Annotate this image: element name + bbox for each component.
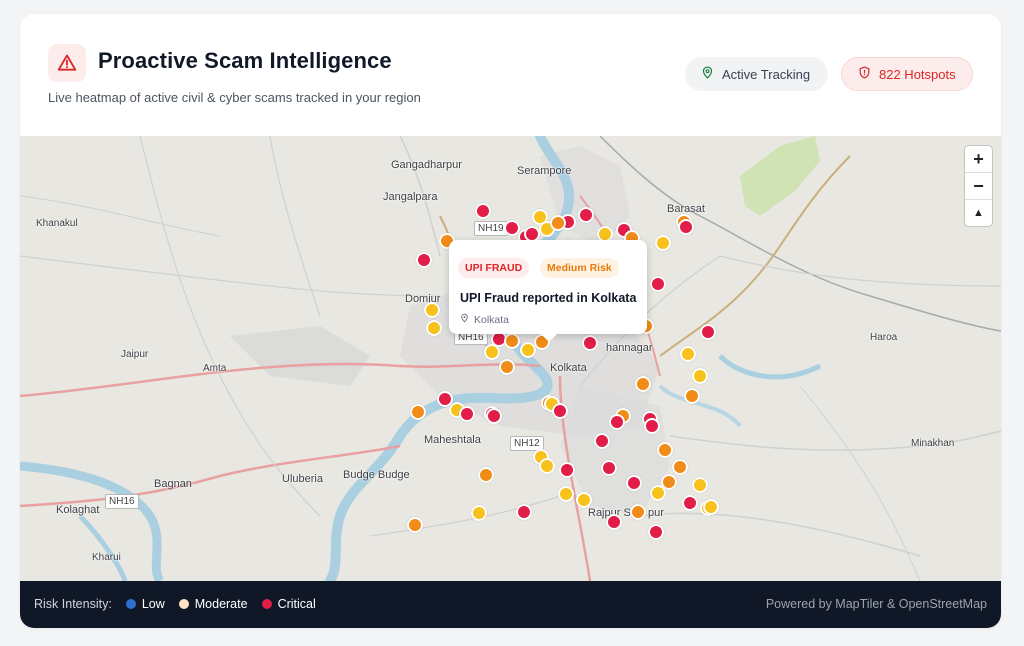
hotspot-marker[interactable] <box>486 408 502 424</box>
map-label-jaipur: Jaipur <box>121 349 149 360</box>
map-basemap <box>20 136 1001 581</box>
legend-low-dot <box>125 599 136 609</box>
legend-low-label: Low <box>141 597 165 611</box>
location-pin-icon <box>460 313 469 326</box>
hotspot-marker[interactable] <box>410 404 426 420</box>
hotspot-marker[interactable] <box>424 302 440 318</box>
hotspot-marker[interactable] <box>516 504 532 520</box>
zoom-out-button[interactable]: − <box>965 173 992 200</box>
popup-location: Kolkata <box>460 313 509 326</box>
legend-moderate-label: Moderate <box>194 597 248 611</box>
map-label-gangadharpur: Gangadharpur <box>391 159 462 171</box>
hotspot-marker[interactable] <box>684 388 700 404</box>
hotspot-marker[interactable] <box>648 524 664 540</box>
hotspot-marker[interactable] <box>478 467 494 483</box>
hotspot-marker[interactable] <box>703 499 719 515</box>
hotspot-marker[interactable] <box>558 486 574 502</box>
hotspot-marker[interactable] <box>680 346 696 362</box>
hotspot-marker[interactable] <box>499 359 515 375</box>
zoom-controls: + − ▲ <box>965 146 992 226</box>
risk-legend: Risk Intensity: Low Moderate Critical <box>34 597 316 611</box>
scam-heatmap[interactable]: Gangadharpur Serampore Jangalpara Khanak… <box>20 136 1001 581</box>
hotspot-marker[interactable] <box>550 215 566 231</box>
hotspot-marker[interactable] <box>700 324 716 340</box>
active-tracking-label: Active Tracking <box>722 66 811 82</box>
hotspot-marker[interactable] <box>678 219 694 235</box>
hotspot-marker[interactable] <box>552 403 568 419</box>
map-label-kharui: Kharui <box>92 552 121 563</box>
risk-level-badge: Medium Risk <box>540 258 619 278</box>
warning-triangle-icon <box>48 44 86 82</box>
road-shield-nh16-west: NH16 <box>105 494 139 509</box>
popup-location-label: Kolkata <box>474 313 510 326</box>
hotspot-marker[interactable] <box>407 517 423 533</box>
hotspot-marker[interactable] <box>635 376 651 392</box>
compass-reset-button[interactable]: ▲ <box>965 200 992 226</box>
map-label-jangalpara: Jangalpara <box>383 191 438 203</box>
legend-title: Risk Intensity: <box>34 597 112 611</box>
hotspot-popup[interactable]: UPI FRAUD Medium Risk UPI Fraud reported… <box>449 240 647 342</box>
hotspot-marker[interactable] <box>650 485 666 501</box>
hotspot-marker[interactable] <box>657 442 673 458</box>
hotspot-marker[interactable] <box>609 414 625 430</box>
hotspot-marker[interactable] <box>471 505 487 521</box>
map-attribution[interactable]: Powered by MapTiler & OpenStreetMap <box>766 597 987 611</box>
map-label-minakhan: Minakhan <box>911 438 955 449</box>
map-label-barasat: Barasat <box>667 203 705 215</box>
hotspot-marker[interactable] <box>539 458 555 474</box>
hotspot-marker[interactable] <box>606 514 622 530</box>
hotspot-marker[interactable] <box>630 504 646 520</box>
page-subtitle: Live heatmap of active civil & cyber sca… <box>48 90 421 105</box>
map-label-uluberia: Uluberia <box>282 473 323 485</box>
map-label-rajpur-tail: pur <box>648 507 664 519</box>
legend-critical-dot <box>261 599 272 609</box>
map-label-khanakul: Khanakul <box>36 218 78 229</box>
hotspot-marker[interactable] <box>582 335 598 351</box>
shield-alert-icon <box>858 66 871 82</box>
zoom-in-button[interactable]: + <box>965 146 992 173</box>
map-footer: Risk Intensity: Low Moderate Critical Po… <box>20 581 1001 628</box>
hotspot-marker[interactable] <box>504 333 520 349</box>
page-title: Proactive Scam Intelligence <box>98 48 392 73</box>
active-tracking-pill[interactable]: Active Tracking <box>685 57 828 91</box>
hotspots-count-label: 822 Hotspots <box>879 66 956 82</box>
map-label-kolkata: Kolkata <box>550 362 587 374</box>
hotspot-marker[interactable] <box>426 320 442 336</box>
map-label-budge-budge: Budge Budge <box>343 469 410 481</box>
hotspot-marker[interactable] <box>484 344 500 360</box>
hotspot-marker[interactable] <box>682 495 698 511</box>
map-label-kolaghat: Kolaghat <box>56 504 100 516</box>
hotspot-marker[interactable] <box>416 252 432 268</box>
map-pin-icon <box>701 66 714 82</box>
map-label-maheshtala: Maheshtala <box>424 434 481 446</box>
scam-intelligence-card: Proactive Scam Intelligence Live heatmap… <box>20 14 1001 628</box>
hotspot-marker[interactable] <box>626 475 642 491</box>
hotspot-marker[interactable] <box>459 406 475 422</box>
map-label-bidhannagar: hannagar <box>606 342 653 354</box>
map-label-amta: Amta <box>203 363 227 374</box>
hotspot-marker[interactable] <box>644 418 660 434</box>
hotspot-marker[interactable] <box>655 235 671 251</box>
legend-critical-label: Critical <box>277 597 316 611</box>
compass-icon: ▲ <box>973 207 984 219</box>
hotspot-marker[interactable] <box>576 492 592 508</box>
hotspots-pill[interactable]: 822 Hotspots <box>841 57 973 91</box>
popup-title: UPI Fraud reported in Kolkata <box>460 291 637 305</box>
hotspot-marker[interactable] <box>601 460 617 476</box>
card-header: Proactive Scam Intelligence Live heatmap… <box>20 14 1001 136</box>
scam-type-badge: UPI FRAUD <box>458 258 530 278</box>
map-label-bagnan: Bagnan <box>154 478 192 490</box>
hotspot-marker[interactable] <box>578 207 594 223</box>
hotspot-marker[interactable] <box>594 433 610 449</box>
map-label-serampore: Serampore <box>517 165 572 177</box>
hotspot-marker[interactable] <box>672 459 688 475</box>
hotspot-marker[interactable] <box>692 477 708 493</box>
hotspot-marker[interactable] <box>475 203 491 219</box>
hotspot-marker[interactable] <box>650 276 666 292</box>
road-shield-nh19: NH19 <box>474 221 508 236</box>
hotspot-marker[interactable] <box>692 368 708 384</box>
map-label-haroa: Haroa <box>870 332 898 343</box>
legend-moderate-dot <box>178 599 189 609</box>
hotspot-marker[interactable] <box>559 462 575 478</box>
